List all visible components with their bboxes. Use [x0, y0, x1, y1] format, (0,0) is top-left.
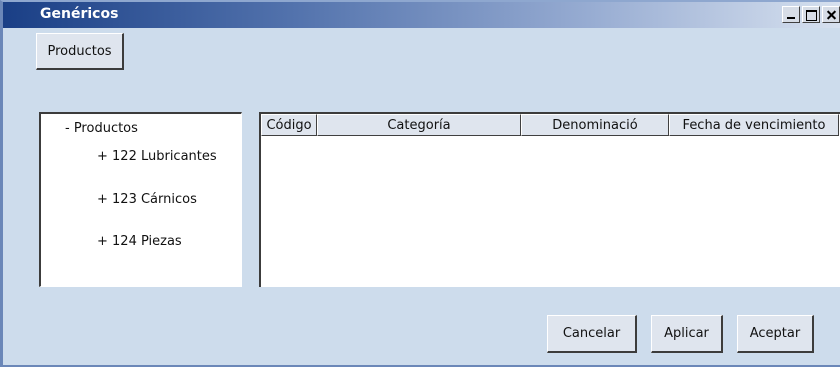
column-header-denominacion[interactable]: Denominació	[521, 114, 669, 136]
generic-window: Genéricos Productos - Productos + 122 Lu…	[0, 0, 840, 367]
products-button[interactable]: Productos	[36, 33, 124, 70]
tree-node-piezas[interactable]: + 124 Piezas	[97, 234, 182, 249]
close-icon[interactable]	[822, 6, 840, 23]
column-header-categoria[interactable]: Categoría	[317, 114, 521, 136]
title-bar[interactable]: Genéricos	[3, 2, 840, 28]
minimize-icon[interactable]	[782, 6, 800, 23]
column-header-codigo[interactable]: Código	[261, 114, 317, 136]
cancel-button[interactable]: Cancelar	[547, 315, 637, 353]
apply-button[interactable]: Aplicar	[651, 315, 723, 353]
window-controls	[782, 6, 840, 23]
accept-button[interactable]: Aceptar	[737, 315, 814, 353]
window-title: Genéricos	[40, 6, 119, 22]
products-tree[interactable]: - Productos + 122 Lubricantes + 123 Cárn…	[39, 112, 242, 287]
tree-node-carnicos[interactable]: + 123 Cárnicos	[97, 192, 197, 207]
tree-node-lubricantes[interactable]: + 122 Lubricantes	[97, 149, 217, 164]
products-table[interactable]: Código Categoría Denominació Fecha de ve…	[259, 112, 840, 287]
tree-node-productos[interactable]: - Productos	[65, 121, 138, 136]
maximize-icon[interactable]	[802, 6, 820, 23]
table-header: Código Categoría Denominació Fecha de ve…	[261, 114, 839, 136]
column-header-fecha-vencimiento[interactable]: Fecha de vencimiento	[669, 114, 839, 136]
